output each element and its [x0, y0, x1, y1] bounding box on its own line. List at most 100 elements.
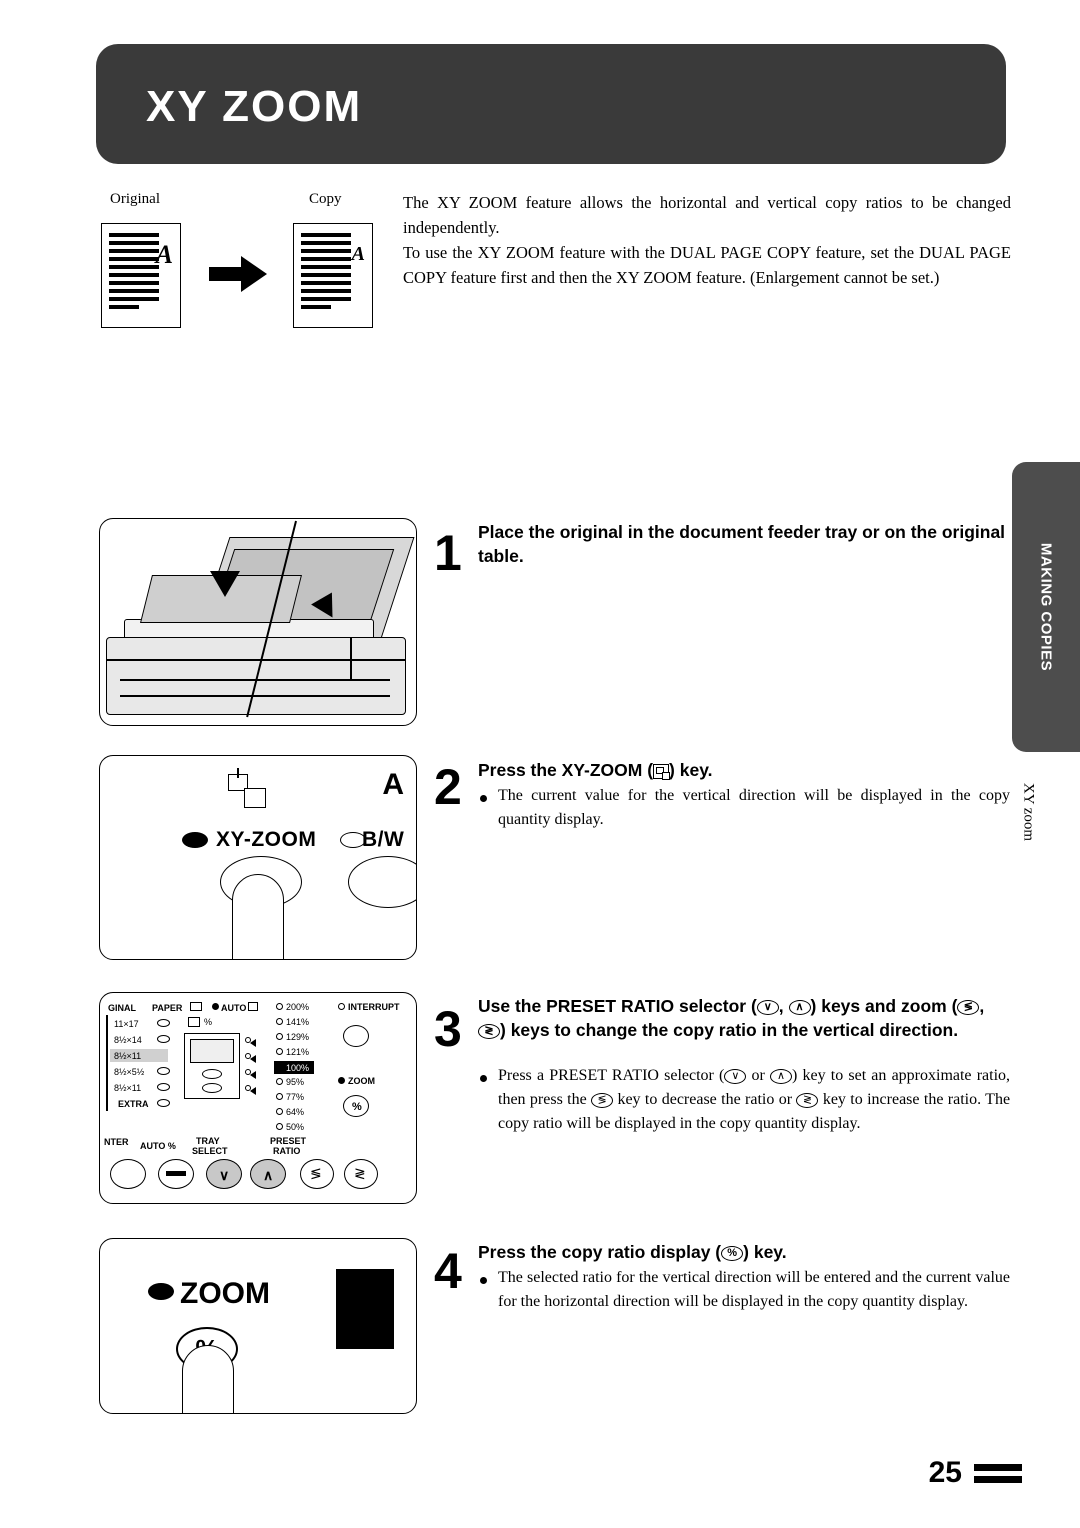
panel-label-auto: AUTO [221, 1003, 247, 1013]
step-3-body: Press a PRESET RATIO selector (∨ or ∧) k… [498, 1064, 1010, 1136]
size-label-85x14: 8½×14 [114, 1035, 142, 1045]
step-4-heading-post: ) key. [743, 1242, 787, 1262]
bullet-icon [480, 1075, 487, 1082]
ratio-label-129: 129% [286, 1032, 310, 1042]
step-3-heading-part1: Use the PRESET RATIO selector ( [478, 996, 757, 1016]
paper-feed-label: % [204, 1017, 213, 1027]
step-3-heading-part3: zoom ( [901, 996, 958, 1016]
size-led-85x14 [157, 1035, 170, 1043]
step-3-body-part1: Press a PRESET RATIO selector ( [498, 1067, 725, 1084]
page-title: XY ZOOM [146, 82, 363, 131]
step-2-heading-pre: Press the XY-ZOOM ( [478, 760, 654, 780]
preset-ratio-up-key-icon: ∧ [788, 999, 811, 1015]
xy-zoom-indicator-led [182, 832, 208, 848]
ratio-label-95: 95% [286, 1077, 305, 1087]
bullet-icon [480, 1277, 487, 1284]
step-1-number: 1 [434, 525, 462, 581]
zoom-decrease-key-icon: ≶ [957, 999, 980, 1015]
preset-ratio-label-1: PRESET [270, 1136, 307, 1146]
step-3-heading-part5: vertical direction. [813, 1020, 959, 1040]
figure-zoom-percent-key: ZOOM % [99, 1238, 417, 1414]
zoom-increase-key-icon: ≷ [796, 1092, 819, 1108]
step-2-heading-post: ) key. [669, 760, 713, 780]
ratio-label-64: 64% [286, 1107, 305, 1117]
ratio-label-50: 50% [286, 1122, 305, 1132]
step-3-body-part4: key to decrease the ratio or [617, 1091, 793, 1108]
size-led-85x55 [157, 1067, 170, 1075]
zoom-decrease-key-icon: ≶ [591, 1092, 614, 1108]
percent-key-icon: % [721, 1245, 744, 1261]
size-led-11x17 [157, 1019, 170, 1027]
step-4-number: 4 [434, 1243, 462, 1299]
document-letter-a: A [155, 240, 173, 269]
size-label-11x17: 11×17 [114, 1019, 139, 1029]
zoom-decrease-icon: ≶ [310, 1165, 322, 1181]
bullet-icon [480, 795, 487, 802]
intro-paragraph-1: The XY ZOOM feature allows the horizonta… [403, 193, 1011, 237]
ratio-led-64 [276, 1108, 283, 1115]
ratio-label-121: 121% [286, 1047, 310, 1057]
display-screen [190, 1039, 234, 1063]
panel-label-original: GINAL [108, 1003, 136, 1013]
xy-zoom-icon [228, 768, 268, 812]
zoom-increase-icon: ≷ [354, 1165, 366, 1181]
document-text-lines [301, 233, 351, 313]
zoom-indicator-led [148, 1283, 174, 1300]
panel-dark-area [336, 1269, 394, 1349]
step-4-heading-pre: Press the copy ratio display ( [478, 1242, 722, 1262]
auto-paper-icon [248, 1002, 258, 1011]
original-document-illustration: A [101, 223, 181, 328]
zoom-label: ZOOM [348, 1076, 375, 1086]
step-3-heading-part2: ) keys and [810, 996, 897, 1016]
ratio-label-200: 200% [286, 1002, 310, 1012]
bw-button[interactable] [348, 856, 416, 908]
tray-select-label-2: SELECT [192, 1146, 228, 1156]
figure-xy-zoom-key: XY-ZOOM B/W A [99, 755, 417, 960]
size-label-85x55: 8½×5½ [114, 1067, 145, 1077]
xy-zoom-key-icon [653, 763, 671, 780]
label-original: Original [110, 191, 160, 207]
pointing-finger-illustration [232, 874, 284, 959]
page-number-bars [974, 1464, 1022, 1488]
preset-ratio-up-key-icon: ∧ [770, 1068, 793, 1084]
transform-arrow-icon [209, 254, 269, 294]
section-subtab-xy-zoom: XY zoom [1014, 752, 1042, 872]
preset-ratio-label-2: RATIO [273, 1146, 301, 1156]
panel-label-paper: PAPER [152, 1003, 183, 1013]
size-led-85x11r [157, 1083, 170, 1091]
step-2-body: The current value for the vertical direc… [498, 787, 1010, 828]
intro-paragraphs: The XY ZOOM feature allows the horizonta… [403, 190, 1011, 290]
interrupt-led [338, 1003, 345, 1010]
interrupt-button[interactable] [343, 1025, 369, 1047]
interrupt-label: INTERRUPT [348, 1002, 400, 1012]
ratio-led-50 [276, 1123, 283, 1130]
preset-ratio-down-key-icon: ∨ [756, 999, 779, 1015]
figure2-letter-a: A [382, 768, 404, 801]
size-label-extra: EXTRA [118, 1099, 149, 1109]
pointing-finger-illustration [182, 1345, 234, 1413]
size-label-85x11: 8½×11 [114, 1051, 142, 1061]
step-3-heading-sep1: , [778, 996, 784, 1016]
display-button[interactable] [202, 1069, 222, 1079]
enter-button[interactable] [110, 1159, 146, 1189]
label-copy: Copy [309, 191, 342, 207]
step-1-heading: Place the original in the document feede… [478, 522, 1006, 566]
step-3-body-part2: or [751, 1067, 765, 1084]
bw-key-label: B/W [362, 828, 405, 851]
intro-paragraph-2: To use the XY ZOOM feature with the DUAL… [403, 243, 1011, 287]
ratio-led-141 [276, 1018, 283, 1025]
ratio-led-121 [276, 1048, 283, 1055]
step-4-heading: Press the copy ratio display (%) key. [478, 1240, 1008, 1264]
section-subtab-label: XY zoom [1020, 782, 1037, 842]
paper-feed-icon [188, 1017, 200, 1027]
display-button-2[interactable] [202, 1083, 222, 1093]
xy-zoom-key-label: XY-ZOOM [216, 828, 317, 851]
up-chevron-icon: ∧ [263, 1167, 274, 1183]
copy-document-illustration: A [293, 223, 373, 328]
enter-label: NTER [104, 1137, 129, 1147]
size-label-85x11r: 8½×11 [114, 1083, 142, 1093]
step-4-body: The selected ratio for the vertical dire… [498, 1269, 1010, 1310]
zoom-key-label: ZOOM [180, 1277, 270, 1310]
figure-scanner-load-original [99, 518, 417, 726]
zoom-led [338, 1077, 345, 1084]
